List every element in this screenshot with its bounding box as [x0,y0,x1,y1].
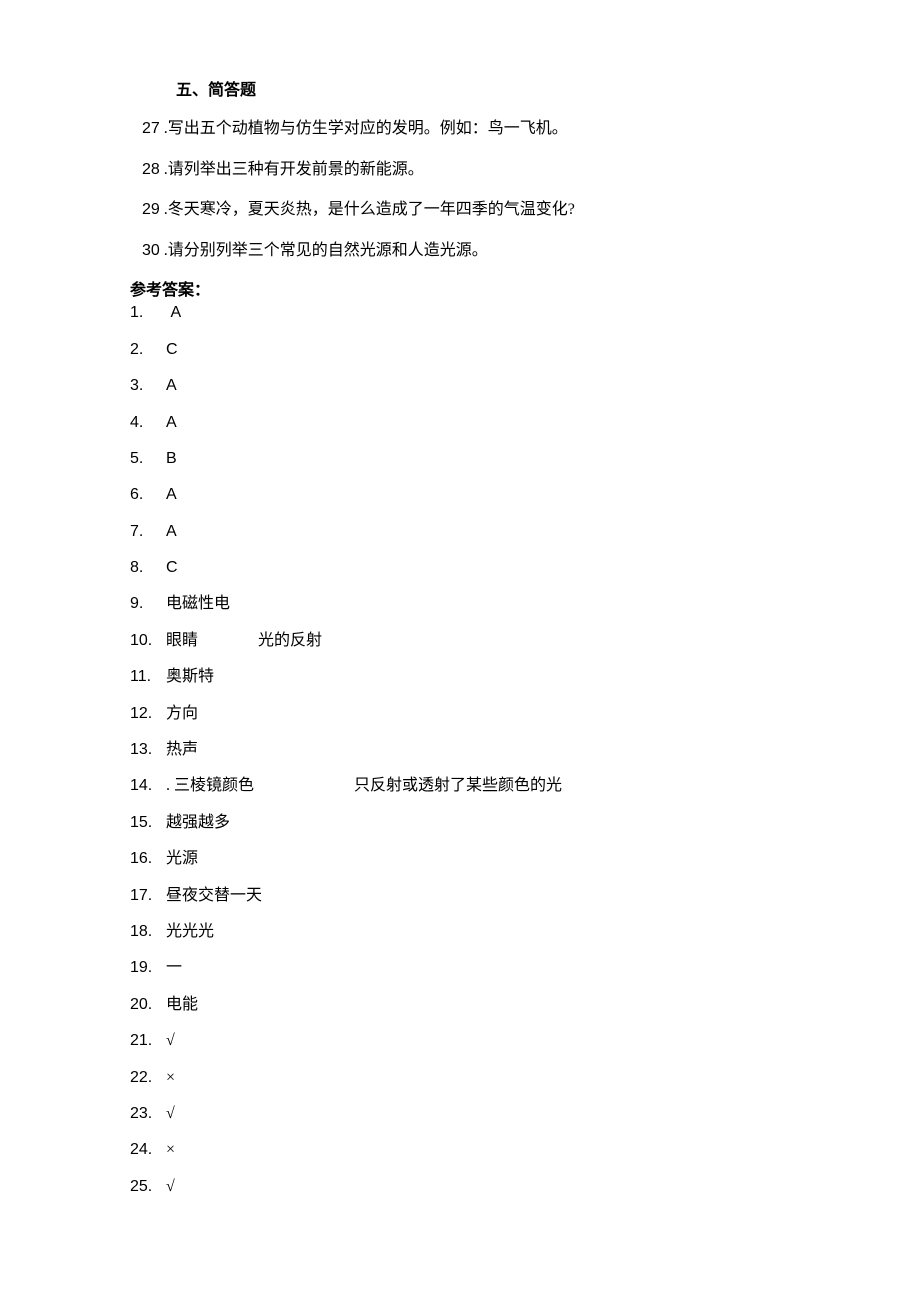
answer-text: A [166,486,177,503]
answer-number: 19. [130,957,158,979]
answer-text: 眼睛 [166,632,198,649]
answer-number: 9. [130,593,158,615]
answer-text: 光光光 [166,923,214,940]
answer-number: 25. [130,1176,158,1198]
answer-text: . 三棱镜颜色 [166,777,254,794]
answer-number: 18. [130,921,158,943]
answer-number: 22. [130,1067,158,1089]
question-item: 29 .冬天寒冷，夏天炎热，是什么造成了一年四季的气温变化? [130,199,790,221]
answer-text: 昼夜交替一天 [166,887,262,904]
answer-text: 电磁性电 [166,595,230,612]
question-number: 30 [142,240,160,262]
answer-number: 16. [130,848,158,870]
answer-text: A [170,304,181,321]
answer-item: 15. 越强越多 [130,812,790,834]
answer-item: 21. √ [130,1030,790,1052]
answer-number: 13. [130,739,158,761]
answer-item: 13. 热声 [130,739,790,761]
answer-heading: 参考答案： [130,280,790,302]
answer-item: 18. 光光光 [130,921,790,943]
answer-text: 方向 [166,705,198,722]
answer-number: 10. [130,630,158,652]
answer-number: 24. [130,1139,158,1161]
section-title: 五、简答题 [130,80,790,102]
answer-item: 23. √ [130,1103,790,1125]
question-text: 冬天寒冷，夏天炎热，是什么造成了一年四季的气温变化? [168,201,575,218]
question-number: 27 [142,118,160,140]
answer-number: 23. [130,1103,158,1125]
answer-text: A [166,377,177,394]
answer-text: C [166,341,178,358]
answer-item: 22. × [130,1067,790,1089]
questions-list: 27 .写出五个动植物与仿生学对应的发明。例如：鸟一飞机。28 .请列举出三种有… [130,118,790,262]
answer-subtext: 光的反射 [258,632,322,649]
answer-item: 11. 奥斯特 [130,666,790,688]
answer-item: 1. A [130,302,790,324]
answer-number: 4. [130,412,158,434]
answer-text: √ [166,1105,175,1122]
question-number: 29 [142,199,160,221]
answer-text: 奥斯特 [166,668,214,685]
answer-item: 19. 一 [130,957,790,979]
answer-text: A [166,414,177,431]
question-separator: . [160,120,168,137]
answer-text: 一 [166,959,182,976]
question-separator: . [160,161,168,178]
question-text: 请分别列举三个常见的自然光源和人造光源。 [168,242,488,259]
answer-number: 7. [130,521,158,543]
answer-item: 20. 电能 [130,994,790,1016]
answer-number: 20. [130,994,158,1016]
question-text: 写出五个动植物与仿生学对应的发明。例如：鸟一飞机。 [168,120,568,137]
answer-text: √ [166,1178,175,1195]
question-item: 27 .写出五个动植物与仿生学对应的发明。例如：鸟一飞机。 [130,118,790,140]
answer-text: 电能 [166,996,198,1013]
answer-item: 4. A [130,412,790,434]
answer-number: 14. [130,775,158,797]
answer-number: 21. [130,1030,158,1052]
answer-number: 3. [130,375,158,397]
answers-list: 2. C 3. A 4. A 5. B 6. A 7. A 8. C 9. 电磁性电 10. 眼睛 光的反射 11. 奥… [130,339,790,1198]
question-text: 请列举出三种有开发前景的新能源。 [168,161,424,178]
answer-item: 16. 光源 [130,848,790,870]
answer-item: 7. A [130,521,790,543]
answer-text: × [166,1141,175,1158]
answer-heading-row: 参考答案： 1. A [130,280,790,325]
answer-text: A [166,523,177,540]
answer-number: 12. [130,703,158,725]
answer-item: 12. 方向 [130,703,790,725]
answer-item: 17. 昼夜交替一天 [130,885,790,907]
answer-number: 15. [130,812,158,834]
answer-number: 11. [130,666,158,688]
question-separator: . [160,201,168,218]
answer-item: 10. 眼睛 光的反射 [130,630,790,652]
answer-text: × [166,1069,175,1086]
answer-number: 5. [130,448,158,470]
answer-text: C [166,559,178,576]
answer-item: 25. √ [130,1176,790,1198]
answer-item: 9. 电磁性电 [130,593,790,615]
answer-number: 2. [130,339,158,361]
question-separator: . [160,242,168,259]
answer-item: 8. C [130,557,790,579]
answer-item: 3. A [130,375,790,397]
answer-text: 热声 [166,741,198,758]
answer-number: 6. [130,484,158,506]
answer-text: √ [166,1032,175,1049]
answer-item: 2. C [130,339,790,361]
answer-item: 5. B [130,448,790,470]
question-item: 30 .请分别列举三个常见的自然光源和人造光源。 [130,240,790,262]
answer-number: 1. [130,302,158,324]
answer-item: 24. × [130,1139,790,1161]
answer-number: 17. [130,885,158,907]
answer-subtext: 只反射或透射了某些颜色的光 [354,777,562,794]
answer-text: B [166,450,177,467]
answer-text: 越强越多 [166,814,230,831]
answer-number: 8. [130,557,158,579]
question-item: 28 .请列举出三种有开发前景的新能源。 [130,159,790,181]
question-number: 28 [142,159,160,181]
answer-item: 6. A [130,484,790,506]
answer-item: 14. . 三棱镜颜色 只反射或透射了某些颜色的光 [130,775,790,797]
answer-text: 光源 [166,850,198,867]
